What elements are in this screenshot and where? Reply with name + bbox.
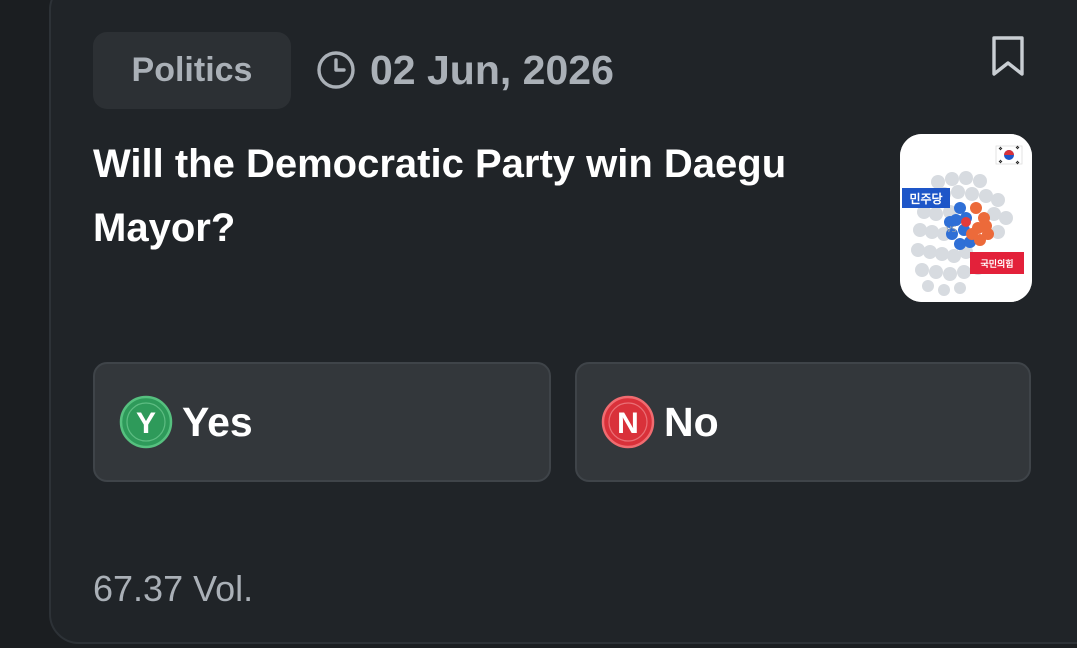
thumbnail-image: 민주당 VS 국민의힘 bbox=[900, 134, 1032, 302]
yes-label: Yes bbox=[182, 398, 253, 445]
no-badge-icon: N bbox=[601, 395, 655, 449]
date-text: 02 Jun, 2026 bbox=[370, 46, 614, 93]
no-label: No bbox=[664, 398, 719, 445]
yes-badge-letter: Y bbox=[136, 407, 156, 440]
right-party-label: 국민의힘 bbox=[980, 258, 1013, 270]
category-label: Politics bbox=[131, 51, 253, 89]
yes-badge-icon: Y bbox=[119, 395, 173, 449]
yes-button[interactable]: Y Yes bbox=[93, 362, 551, 482]
volume-text: 67.37 Vol. bbox=[93, 568, 254, 609]
no-badge-letter: N bbox=[617, 407, 639, 440]
no-button[interactable]: N No bbox=[575, 362, 1031, 482]
market-question[interactable]: Will the Democratic Party win Daegu Mayo… bbox=[93, 132, 883, 260]
clock-icon bbox=[317, 51, 355, 89]
market-thumbnail[interactable]: 민주당 VS 국민의힘 bbox=[900, 134, 1032, 302]
korea-flag-icon bbox=[995, 145, 1023, 165]
bookmark-icon[interactable] bbox=[989, 34, 1027, 78]
market-date: 02 Jun, 2026 bbox=[316, 44, 614, 96]
left-party-label: 민주당 bbox=[909, 191, 942, 206]
vs-label: VS bbox=[946, 225, 957, 234]
category-tag[interactable]: Politics bbox=[93, 32, 291, 109]
